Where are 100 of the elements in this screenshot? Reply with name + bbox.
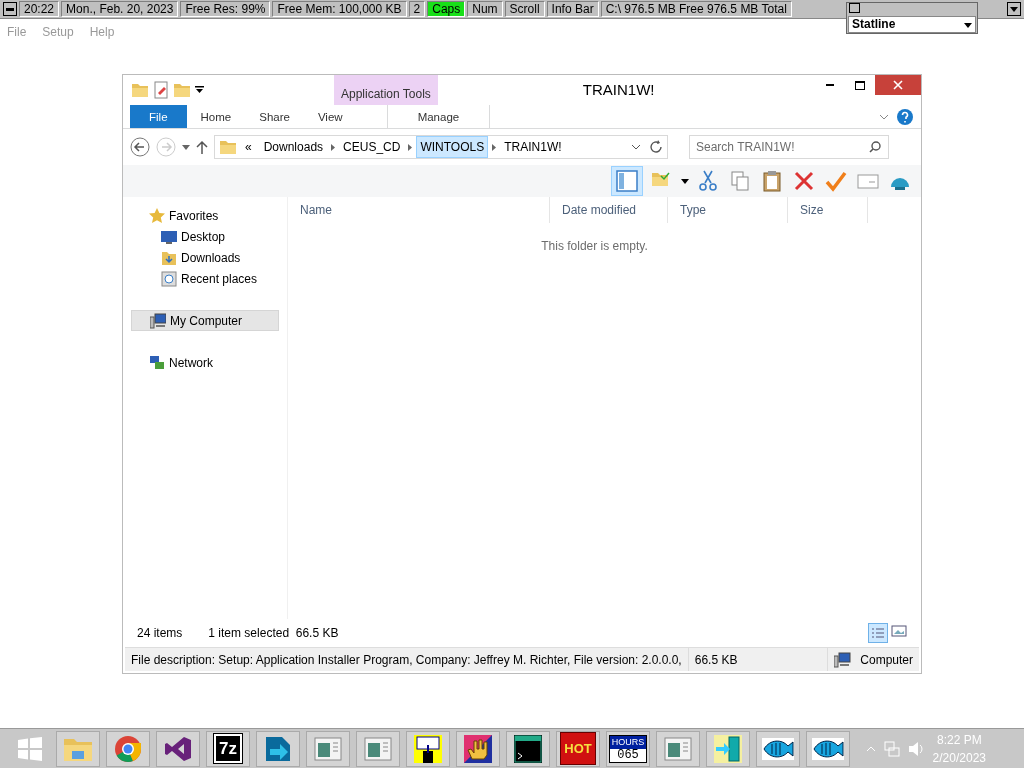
recent-locations-icon[interactable] — [182, 144, 190, 150]
window-icon — [664, 736, 692, 761]
desktop-icon — [161, 228, 177, 245]
download-folder-icon — [161, 249, 177, 266]
info-bar-cell: Caps — [427, 1, 466, 17]
dropdown-icon[interactable] — [195, 86, 204, 94]
taskbar-button[interactable] — [156, 730, 200, 767]
system-menu-button[interactable] — [3, 2, 17, 16]
hours-label: HOURS — [609, 735, 647, 749]
file-description: File description: Setup: Application Installer Program, Company: Jeffrey M. Richter, File version: 2.0.0.0, — [125, 648, 689, 671]
nav-item[interactable]: Recent places — [131, 268, 279, 289]
hand-icon — [464, 734, 492, 763]
breadcrumb-item[interactable]: CEUS_CD — [339, 136, 405, 158]
dropdown-icon[interactable] — [681, 178, 689, 184]
caret-icon — [1010, 6, 1018, 12]
search-field[interactable]: Search TRAIN1W! — [689, 135, 889, 159]
preview-pane-icon[interactable] — [616, 170, 638, 192]
scroll-down-button[interactable] — [1007, 2, 1021, 16]
column-header[interactable]: Type — [668, 197, 788, 223]
network-icon — [149, 354, 165, 371]
breadcrumb-overflow[interactable]: « — [241, 136, 256, 158]
item-count: 24 items — [137, 625, 183, 642]
window-title: TRAIN1W! — [582, 79, 655, 100]
copy-icon[interactable] — [729, 170, 751, 192]
window-icon — [314, 736, 342, 761]
nav-item[interactable]: Downloads — [131, 247, 279, 268]
nav-item[interactable]: Desktop — [131, 226, 279, 247]
column-header[interactable]: Size — [788, 197, 868, 223]
back-icon[interactable] — [130, 137, 150, 157]
ribbon-tab[interactable]: Share — [245, 105, 304, 128]
help-icon[interactable] — [897, 108, 913, 125]
star-icon — [149, 207, 165, 224]
info-bar-cell: Info Bar — [546, 1, 599, 17]
expand-ribbon-icon[interactable] — [879, 113, 889, 120]
info-bar-cell: 2 — [408, 1, 426, 17]
chevron-icon[interactable] — [408, 143, 413, 151]
computer-icon — [150, 312, 166, 329]
info-bar-cell: Mon., Feb. 20, 2023 — [61, 1, 179, 17]
context-tab-group: Application Tools — [334, 75, 438, 105]
nav-item[interactable]: Network — [131, 352, 279, 373]
caret-icon — [964, 23, 972, 28]
taskbar-button[interactable] — [506, 730, 550, 767]
dropdown-chevron-icon[interactable] — [631, 144, 641, 150]
folder-icon — [219, 138, 237, 156]
door-icon — [714, 734, 742, 763]
breadcrumb-item[interactable]: Downloads — [259, 136, 328, 158]
arrow-icon — [264, 734, 292, 763]
cut-icon[interactable] — [697, 170, 719, 192]
location-label: Computer — [860, 651, 913, 669]
system-menu-button[interactable] — [849, 3, 860, 13]
computer-icon — [834, 651, 853, 668]
taskbar-button[interactable]: 7z — [206, 730, 250, 767]
info-bar-cell: Free Res: 99% — [180, 1, 271, 17]
address-bar[interactable]: « Downloads CEUS_CD WINTOOLS TRAIN1W! — [214, 135, 668, 159]
refresh-icon[interactable] — [649, 140, 663, 154]
nav-item[interactable]: My Computer — [131, 310, 279, 331]
chevron-icon[interactable] — [492, 143, 497, 151]
ribbon-tab[interactable]: File — [130, 105, 187, 128]
taskbar-button[interactable] — [756, 730, 800, 767]
selection-info: 1 item selected 66.5 KB — [208, 625, 339, 642]
chrome-logo-icon — [114, 734, 142, 763]
breadcrumb-item[interactable]: WINTOOLS — [416, 136, 489, 158]
close-icon — [893, 80, 903, 90]
fish-icon — [762, 737, 794, 760]
windows-logo-icon — [18, 736, 42, 761]
maximize-icon — [855, 80, 865, 90]
large-icons-view-icon[interactable] — [891, 623, 907, 639]
up-icon[interactable] — [196, 140, 208, 154]
column-header[interactable]: Name — [288, 197, 550, 223]
breadcrumb-item[interactable]: TRAIN1W! — [500, 136, 566, 158]
ribbon-tab[interactable]: Manage — [386, 105, 491, 128]
properties-icon[interactable] — [153, 81, 169, 99]
taskbar-button[interactable] — [406, 730, 450, 767]
taskbar-button[interactable]: HOURS 065 — [606, 730, 650, 767]
infinity-logo-icon — [164, 735, 192, 762]
statline-dropdown[interactable]: Statline — [848, 16, 976, 33]
file-size: 66.5 KB — [688, 648, 829, 671]
archive-logo-icon: 7z — [214, 733, 242, 764]
terminal-icon — [514, 734, 542, 763]
ribbon-tab[interactable]: View — [303, 105, 357, 128]
taskbar-button[interactable] — [456, 730, 500, 767]
column-header[interactable]: Date modified — [550, 197, 668, 223]
taskbar-button[interactable] — [806, 730, 850, 767]
recent-places-icon — [161, 270, 177, 287]
info-bar-cell: 20:22 — [19, 1, 60, 17]
info-bar-cell: Free Mem: 100,000 KB — [272, 1, 407, 17]
checkmark-icon[interactable] — [825, 170, 847, 192]
window-icon — [364, 736, 392, 761]
minimize-icon — [826, 83, 834, 87]
fish-icon — [812, 737, 844, 760]
info-bar-cell: C:\ 976.5 MB Free 976.5 MB Total — [600, 1, 792, 17]
hours-reading: 065 — [617, 748, 639, 762]
delete-icon[interactable] — [793, 170, 815, 192]
chevron-icon[interactable] — [331, 143, 336, 151]
paste-icon[interactable] — [761, 170, 783, 192]
empty-folder-message: This folder is empty. — [540, 238, 649, 255]
nav-item[interactable]: Favorites — [131, 205, 279, 226]
info-bar-cell: Num — [467, 1, 503, 17]
info-bar-cell: Scroll — [504, 1, 545, 17]
ribbon-tab[interactable]: Home — [186, 105, 246, 128]
